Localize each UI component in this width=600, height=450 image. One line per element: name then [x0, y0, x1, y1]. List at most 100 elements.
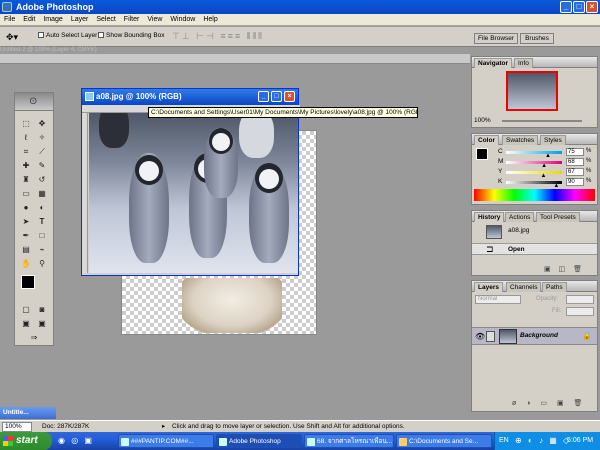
bounding-box-checkbox[interactable]: Show Bounding Box: [98, 32, 165, 39]
quick-launch-icons[interactable]: ◉ ◎ ▣: [58, 436, 94, 445]
channel-value[interactable]: 68: [566, 158, 584, 166]
path-select-icon[interactable]: ➤: [21, 217, 31, 227]
magic-wand-icon[interactable]: ✧: [37, 133, 47, 143]
tab-swatches[interactable]: Swatches: [502, 135, 539, 145]
healing-icon[interactable]: ✚: [21, 161, 31, 171]
lasso-icon[interactable]: ℓ: [21, 133, 31, 143]
tab-navigator[interactable]: Navigator: [474, 58, 512, 68]
screen-mode-icon[interactable]: ▣: [21, 319, 31, 329]
align-icons[interactable]: ⊤⊥ ⊢⊣ ≡≡≡ ⫴⫴⫴: [172, 31, 264, 42]
layers-buttons-icons[interactable]: ø ◑ ▭ ▣ 🗑: [512, 399, 586, 407]
eyedropper-icon[interactable]: ⌁: [37, 245, 47, 255]
tab-channels[interactable]: Channels: [506, 282, 542, 292]
layers-header: Layers Channels Paths: [472, 281, 597, 292]
language-indicator[interactable]: EN: [499, 432, 509, 450]
menu-select[interactable]: Select: [92, 14, 119, 26]
layer-link-icon[interactable]: [486, 331, 495, 342]
slice-icon[interactable]: ⟋: [37, 147, 47, 157]
gradient-icon[interactable]: ▦: [37, 189, 47, 199]
document-title-bar[interactable]: a08.jpg @ 100% (RGB) _ □ ×: [82, 89, 298, 105]
channel-slider[interactable]: [506, 151, 562, 154]
history-state-open[interactable]: ⊐ Open: [472, 243, 597, 255]
eraser-icon[interactable]: ▭: [21, 189, 31, 199]
notes-icon[interactable]: ▤: [21, 245, 31, 255]
minimize-button[interactable]: _: [560, 1, 572, 13]
history-snapshot-name[interactable]: a08.jpg: [508, 227, 529, 234]
hand-icon[interactable]: ✋: [21, 259, 31, 269]
channel-value[interactable]: 75: [566, 148, 584, 156]
quickmask-off-icon[interactable]: ▢: [21, 305, 31, 315]
blend-mode-select[interactable]: Normal: [475, 295, 521, 304]
channel-slider[interactable]: [506, 161, 562, 164]
tab-actions[interactable]: Actions: [505, 212, 535, 222]
history-brush-icon[interactable]: ↺: [37, 175, 47, 185]
history-snapshot-thumb[interactable]: [486, 225, 502, 239]
taskbar-item-pantip[interactable]: ###PANTIP.COM##...: [118, 434, 214, 448]
navigator-thumbnail[interactable]: [506, 71, 558, 111]
color-ramp[interactable]: [474, 189, 595, 201]
zoom-slider[interactable]: [502, 120, 582, 122]
channel-slider[interactable]: [506, 171, 562, 174]
tab-color[interactable]: Color: [474, 135, 499, 145]
blur-icon[interactable]: ●: [21, 203, 31, 213]
tab-info[interactable]: Info: [514, 58, 533, 68]
stamp-icon[interactable]: ♜: [21, 175, 31, 185]
maximize-button[interactable]: □: [573, 1, 585, 13]
taskbar-item-explorer[interactable]: C:\Documents and Se...: [396, 434, 492, 448]
taskbar-item-thai-page[interactable]: 68. จากศาลโหรณาเพื่อน...: [304, 434, 394, 448]
shape-icon[interactable]: □: [37, 231, 47, 241]
menu-file[interactable]: File: [0, 14, 19, 26]
tab-tool-presets[interactable]: Tool Presets: [536, 212, 580, 222]
channel-percent: %: [586, 148, 592, 154]
taskbar-item-photoshop[interactable]: Adobe Photoshop: [216, 434, 302, 448]
history-buttons-icons[interactable]: ▣ ◫ 🗑: [544, 265, 585, 273]
menu-window[interactable]: Window: [166, 14, 199, 26]
status-zoom-field[interactable]: 100%: [2, 422, 32, 432]
tray-icons[interactable]: ⊕ ◐ ♪ ▦ ◇: [515, 432, 571, 450]
doc-maximize-button[interactable]: □: [271, 91, 282, 102]
channel-value[interactable]: 67: [566, 168, 584, 176]
start-button[interactable]: start: [0, 432, 52, 450]
auto-select-checkbox[interactable]: Auto Select Layer: [38, 32, 97, 39]
dodge-icon[interactable]: ◐: [37, 203, 47, 213]
channel-value[interactable]: 90: [566, 178, 584, 186]
tab-history[interactable]: History: [474, 212, 505, 222]
opacity-field[interactable]: [566, 295, 594, 304]
penguins-photo[interactable]: [89, 113, 298, 273]
close-button[interactable]: ×: [586, 1, 598, 13]
move-tool-icon[interactable]: ✥▾: [6, 32, 18, 43]
foreground-color-swatch[interactable]: [21, 275, 35, 289]
type-icon[interactable]: T: [37, 217, 47, 227]
quickmask-on-icon[interactable]: ◙: [37, 305, 47, 315]
doc-close-button[interactable]: ×: [284, 91, 295, 102]
menu-layer[interactable]: Layer: [67, 14, 93, 26]
marquee-icon[interactable]: ⬚: [21, 119, 31, 129]
brush-icon[interactable]: ✎: [37, 161, 47, 171]
menu-filter[interactable]: Filter: [120, 14, 144, 26]
move-icon[interactable]: ✥: [37, 119, 47, 129]
tab-styles[interactable]: Styles: [540, 135, 566, 145]
layer-name[interactable]: Background: [520, 332, 558, 339]
channel-percent: %: [586, 168, 592, 174]
color-fg-swatch[interactable]: [476, 148, 488, 160]
eye-logo-icon[interactable]: ⊙: [29, 96, 37, 107]
crop-icon[interactable]: ⌗: [21, 147, 31, 157]
layer-row-background[interactable]: 👁 Background 🔒: [472, 327, 597, 345]
fullscreen-icon[interactable]: ▣: [37, 319, 47, 329]
zoom-icon[interactable]: ⚲: [37, 259, 47, 269]
menu-image[interactable]: Image: [39, 14, 66, 26]
tab-brushes[interactable]: Brushes: [520, 33, 554, 44]
jump-to-imageready-icon[interactable]: ⇒: [29, 333, 39, 343]
tab-paths[interactable]: Paths: [542, 282, 567, 292]
menu-view[interactable]: View: [143, 14, 166, 26]
navigator-zoom[interactable]: 100%: [474, 117, 491, 124]
fill-field[interactable]: [566, 307, 594, 316]
doc-minimize-button[interactable]: _: [258, 91, 269, 102]
pen-icon[interactable]: ✒: [21, 231, 31, 241]
menu-help[interactable]: Help: [199, 14, 221, 26]
menu-edit[interactable]: Edit: [19, 14, 39, 26]
layer-visibility-eye-icon[interactable]: 👁: [475, 332, 485, 341]
minimized-document[interactable]: Untitle...: [0, 407, 56, 419]
tab-layers[interactable]: Layers: [474, 282, 503, 292]
tab-file-browser[interactable]: File Browser: [474, 33, 518, 44]
